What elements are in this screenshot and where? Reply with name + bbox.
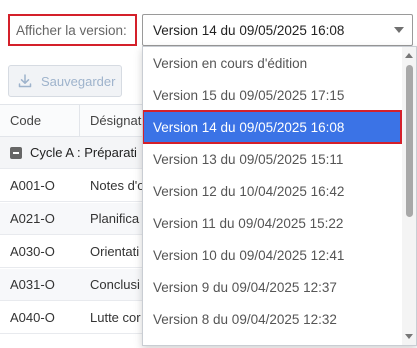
version-select[interactable]: Version 14 du 09/05/2025 16:08 — [142, 14, 413, 46]
cell-code: A040-O — [10, 310, 55, 325]
scrollbar-thumb[interactable] — [406, 65, 413, 217]
save-button[interactable]: Sauvegarder — [8, 65, 122, 97]
cell-designation: Conclusi — [90, 277, 140, 292]
group-label: Cycle A : Préparati — [30, 145, 137, 160]
cell-designation: Lutte cor — [90, 310, 141, 325]
collapse-icon[interactable] — [10, 146, 22, 159]
column-divider[interactable] — [79, 105, 80, 136]
version-dropdown-list: Version en cours d'édition Version 15 du… — [142, 46, 417, 346]
cell-code: A031-O — [10, 277, 55, 292]
cell-designation: Orientati — [90, 244, 140, 259]
version-option[interactable]: Version 8 du 09/04/2025 12:32 — [143, 303, 401, 335]
version-option[interactable]: Version 10 du 09/04/2025 12:41 — [143, 239, 401, 271]
cell-code: A030-O — [10, 244, 55, 259]
scroll-down-icon[interactable] — [405, 334, 413, 339]
download-icon — [18, 74, 32, 88]
version-option[interactable]: Version 11 du 09/04/2025 15:22 — [143, 207, 401, 239]
version-label-text: Afficher la version: — [16, 22, 127, 38]
version-option[interactable]: Version 12 du 10/04/2025 16:42 — [143, 175, 401, 207]
save-button-label: Sauvegarder — [41, 73, 116, 89]
version-option[interactable]: Version 9 du 09/04/2025 12:37 — [143, 271, 401, 303]
cell-designation: Planifica — [90, 211, 140, 226]
column-header-code[interactable]: Code — [10, 105, 41, 136]
version-option[interactable]: Version en cours d'édition — [143, 47, 401, 79]
version-option[interactable]: Version 15 du 09/05/2025 17:15 — [143, 79, 401, 111]
column-header-designation[interactable]: Désignat — [90, 105, 141, 136]
cell-code: A021-O — [10, 211, 55, 226]
group-row-content: Cycle A : Préparati — [10, 137, 150, 168]
version-option-selected[interactable]: Version 14 du 09/05/2025 16:08 — [143, 110, 402, 144]
version-option[interactable]: Version 13 du 09/05/2025 15:11 — [143, 143, 401, 175]
cell-designation: Notes d'o — [90, 178, 145, 193]
scroll-up-icon[interactable] — [405, 53, 413, 58]
dropdown-scrollbar[interactable] — [402, 47, 416, 345]
cell-code: A001-O — [10, 178, 55, 193]
chevron-down-icon — [394, 27, 404, 33]
version-label: Afficher la version: — [8, 14, 137, 46]
version-select-value: Version 14 du 09/05/2025 16:08 — [153, 22, 345, 38]
